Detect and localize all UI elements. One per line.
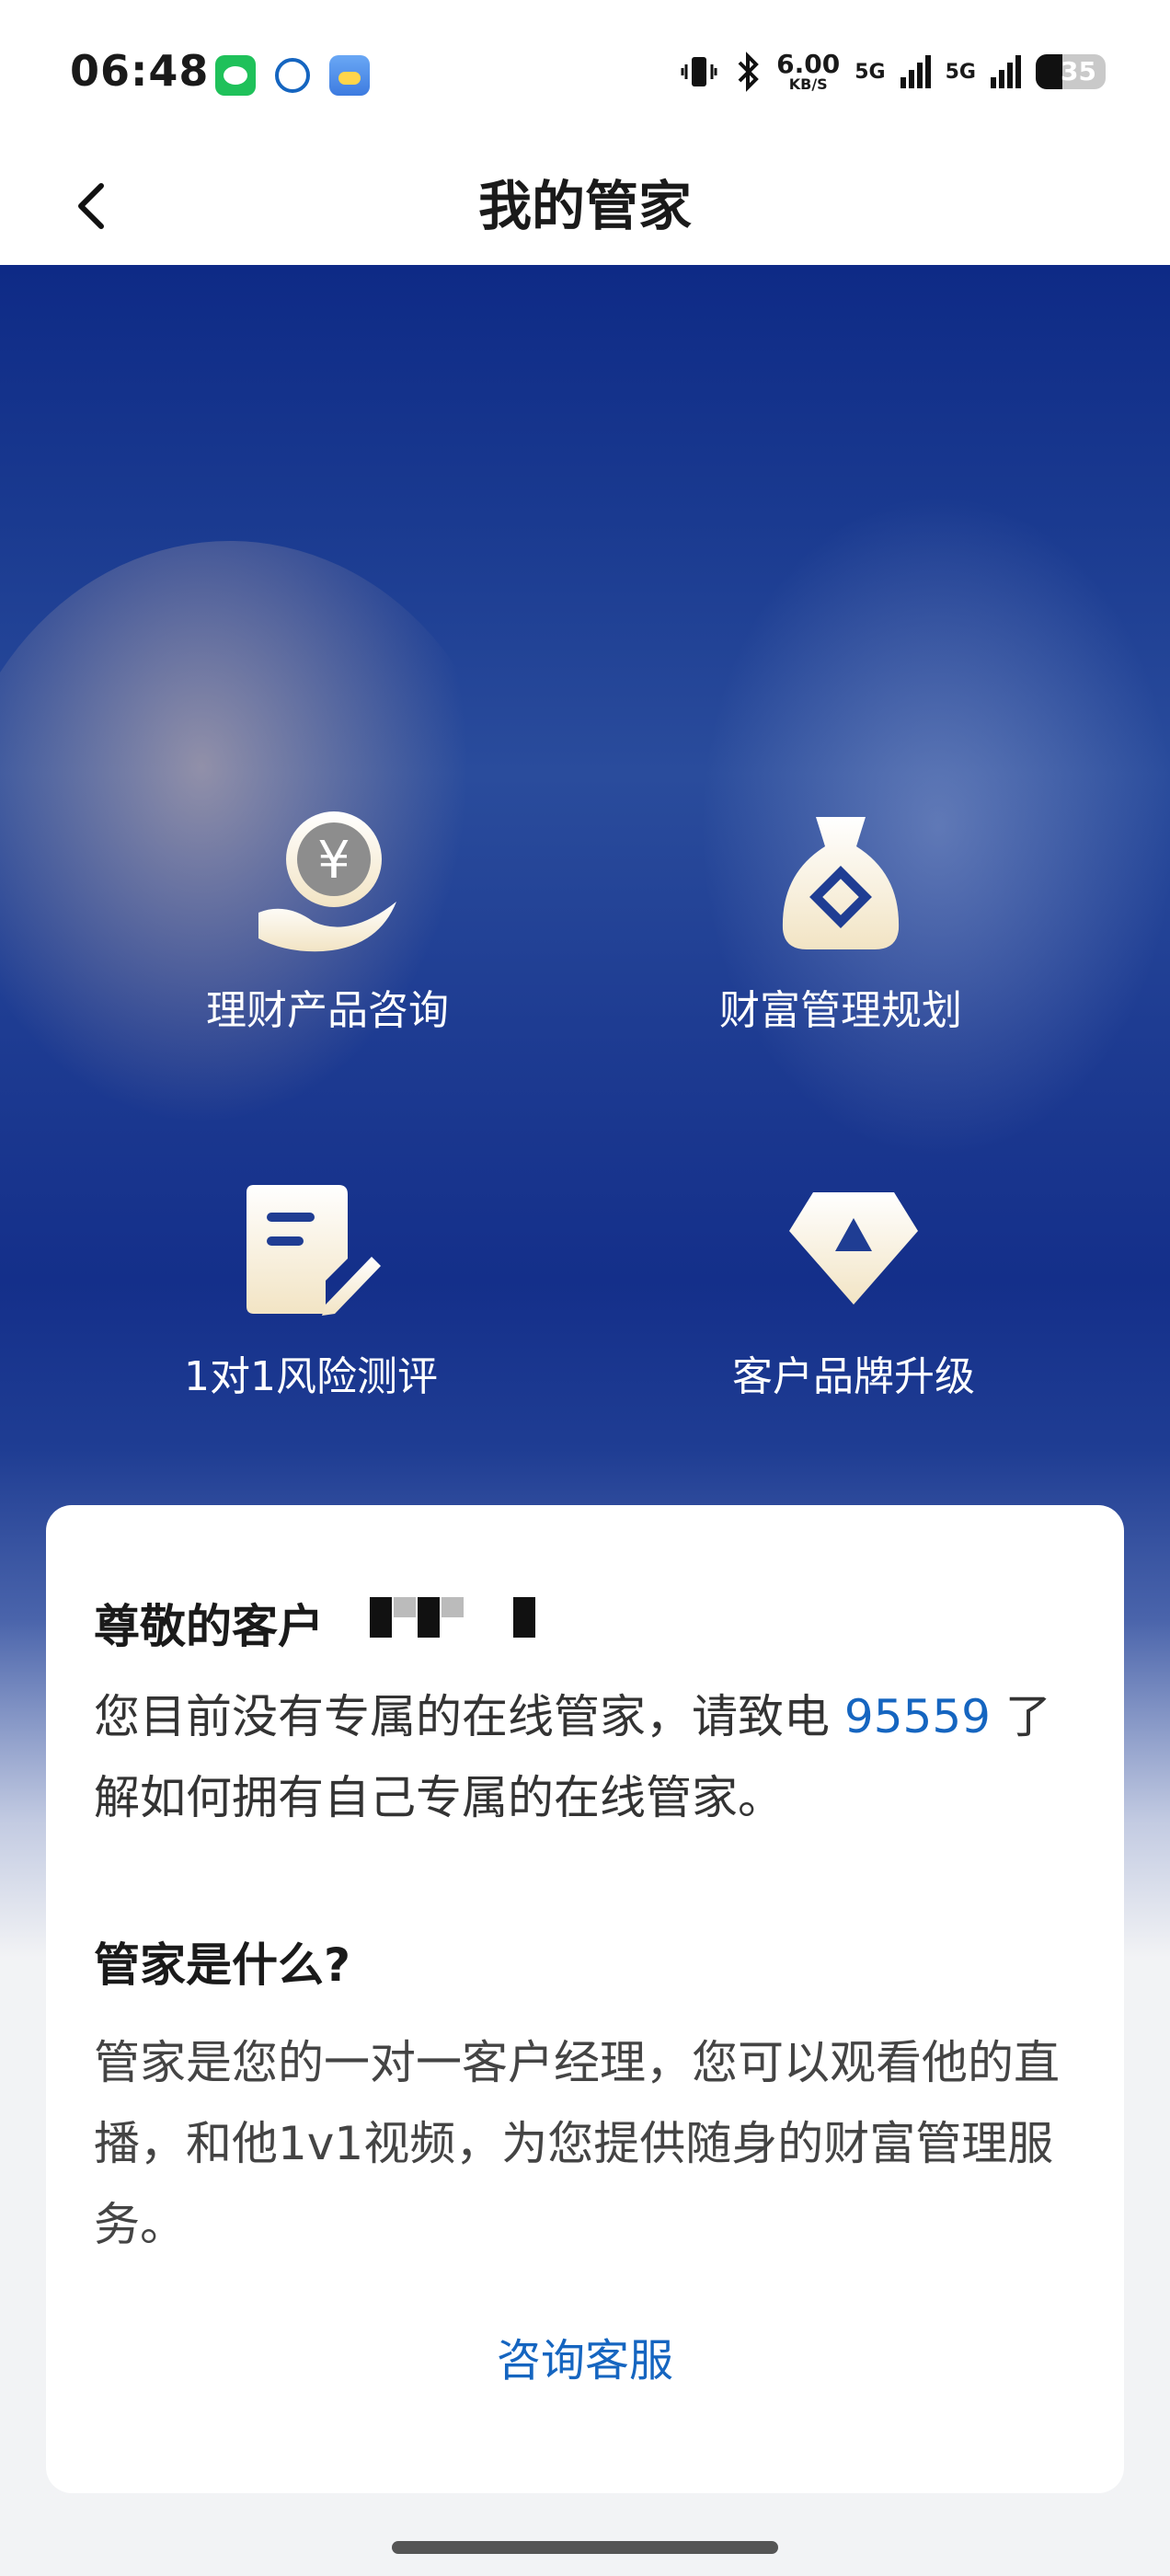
feature-label: 理财产品咨询 — [206, 987, 449, 1034]
weather-icon — [329, 55, 370, 96]
signal-1-label: 5G — [855, 60, 886, 84]
nav-bar: 我的管家 — [0, 147, 1170, 265]
phone-link[interactable]: 95559 — [844, 1690, 991, 1743]
yuan-coin-hand-icon: ¥ — [258, 811, 396, 952]
what-is-manager-title: 管家是什么? — [94, 1938, 351, 1992]
net-speed-unit: KB/S — [788, 75, 828, 93]
battery-icon: 35 — [1036, 54, 1106, 89]
what-is-manager-body: 管家是您的一对一客户经理，您可以观看他的直播，和他1v1视频，为您提供随身的财富… — [94, 2036, 1060, 2251]
page-title: 我的管家 — [477, 175, 692, 237]
consult-service-button[interactable]: 咨询客服 — [46, 2324, 1124, 2388]
document-pen-icon — [247, 1185, 381, 1316]
home-indicator[interactable] — [392, 2541, 778, 2554]
svg-text:¥: ¥ — [317, 831, 350, 891]
signal-2-label: 5G — [945, 60, 976, 84]
bluetooth-icon — [738, 52, 759, 92]
no-manager-message: 您目前没有专属的在线管家，请致电 95559 了解如何拥有自己专属的在线管家。 — [94, 1676, 1087, 1838]
feature-product-consult[interactable]: ¥ 理财产品咨询 — [134, 810, 521, 1036]
status-time: 06:48 — [70, 46, 210, 96]
diamond-icon — [789, 1192, 918, 1305]
feature-label: 客户品牌升级 — [732, 1353, 975, 1400]
wechat-icon — [215, 55, 256, 96]
no-manager-text: 您目前没有专属的在线管家，请致电 — [94, 1690, 830, 1743]
feature-risk-assessment[interactable]: 1对1风险测评 — [118, 1176, 504, 1402]
notification-icons — [215, 55, 370, 96]
signal-1-icon — [900, 55, 931, 88]
net-speed-value: 6.00 — [776, 49, 841, 79]
greeting: 尊敬的客户 — [94, 1600, 324, 1653]
status-bar: 06:48 6.00 KB/S 5G 5G 35 — [0, 0, 1170, 147]
masked-customer-name — [370, 1597, 535, 1638]
money-bag-icon — [782, 817, 900, 949]
payment-app-icon — [275, 58, 310, 93]
feature-label: 1对1风险测评 — [184, 1353, 438, 1400]
system-indicators: 6.00 KB/S 5G 5G 35 — [679, 52, 1106, 92]
network-speed: 6.00 KB/S — [776, 52, 840, 92]
info-card: 尊敬的客户 您目前没有专属的在线管家，请致电 95559 了解如何拥有自己专属的… — [46, 1505, 1124, 2493]
feature-brand-upgrade[interactable]: 客户品牌升级 — [660, 1176, 1047, 1402]
vibrate-icon — [681, 57, 717, 86]
battery-level: 35 — [1061, 56, 1096, 86]
feature-label: 财富管理规划 — [719, 987, 962, 1034]
feature-wealth-planning[interactable]: 财富管理规划 — [648, 810, 1034, 1036]
signal-2-icon — [991, 55, 1021, 88]
